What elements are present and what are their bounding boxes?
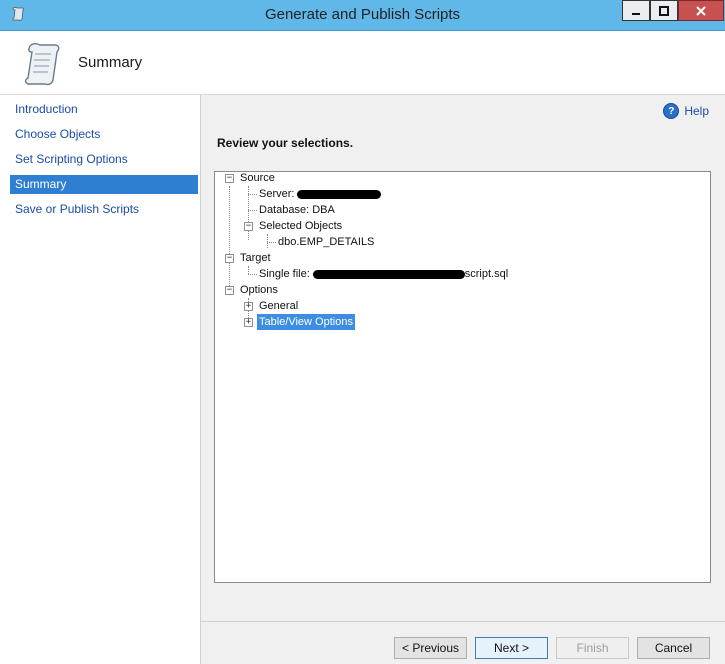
tree-node-emp-details[interactable]: dbo.EMP_DETAILS [278, 234, 374, 250]
cancel-button[interactable]: Cancel [637, 637, 710, 659]
tree-node-options[interactable]: Options [240, 282, 278, 298]
nav-item-choose-objects[interactable]: Choose Objects [10, 125, 198, 144]
review-heading: Review your selections. [217, 136, 354, 150]
tree-line [248, 210, 257, 211]
tree-node-server[interactable]: Server: [259, 186, 382, 202]
expand-toggle-table-view-options[interactable]: + [244, 318, 253, 327]
tree-line [267, 242, 276, 243]
tree-node-source[interactable]: Source [240, 170, 275, 186]
tree-node-target[interactable]: Target [240, 250, 271, 266]
nav-item-save-or-publish[interactable]: Save or Publish Scripts [10, 200, 198, 219]
close-button[interactable] [678, 0, 724, 21]
tree-line [248, 266, 249, 274]
close-icon [696, 5, 706, 16]
next-button[interactable]: Next > [475, 637, 548, 659]
help-icon: ? [663, 103, 680, 119]
tree-line [248, 194, 257, 195]
tree-line [267, 234, 268, 248]
server-label: Server: [259, 188, 295, 200]
nav-item-summary[interactable]: Summary [10, 175, 198, 194]
minimize-button[interactable] [622, 0, 650, 21]
collapse-toggle-selected-objects[interactable]: − [244, 222, 253, 231]
maximize-button[interactable] [650, 0, 678, 21]
redacted-server-name [297, 189, 382, 199]
collapse-toggle-target[interactable]: − [225, 254, 234, 263]
title-bar: Generate and Publish Scripts [0, 0, 725, 31]
collapse-toggle-options[interactable]: − [225, 286, 234, 295]
tree-line [248, 274, 257, 275]
single-file-label: Single file: [259, 268, 310, 280]
script-scroll-icon [20, 40, 64, 88]
tree-line [229, 186, 230, 290]
wizard-nav: Introduction Choose Objects Set Scriptin… [0, 95, 201, 664]
wizard-header: Summary [0, 31, 725, 95]
expand-toggle-general[interactable]: + [244, 302, 253, 311]
tree-node-database[interactable]: Database: DBA [259, 202, 335, 218]
tree-node-selected-objects[interactable]: Selected Objects [259, 218, 342, 234]
nav-item-set-scripting-options[interactable]: Set Scripting Options [10, 150, 198, 169]
finish-button[interactable]: Finish [556, 637, 629, 659]
footer-divider [201, 621, 725, 622]
previous-button[interactable]: < Previous [394, 637, 467, 659]
page-title: Summary [78, 54, 143, 71]
tree-node-general[interactable]: General [259, 298, 298, 314]
help-label: Help [684, 104, 709, 118]
collapse-toggle-source[interactable]: − [225, 174, 234, 183]
nav-item-introduction[interactable]: Introduction [10, 100, 198, 119]
summary-tree[interactable]: − Source Server: Database: DBA − Selecte… [214, 171, 711, 583]
tree-node-table-view-options[interactable]: Table/View Options [257, 314, 355, 330]
redacted-file-path [312, 269, 465, 279]
main-panel: ? Help Review your selections. − Source … [201, 95, 725, 664]
help-link[interactable]: ? Help [663, 103, 709, 119]
tree-node-single-file[interactable]: Single file: script.sql [259, 266, 508, 282]
window-title: Generate and Publish Scripts [264, 6, 461, 23]
script-file-suffix: script.sql [464, 268, 509, 280]
